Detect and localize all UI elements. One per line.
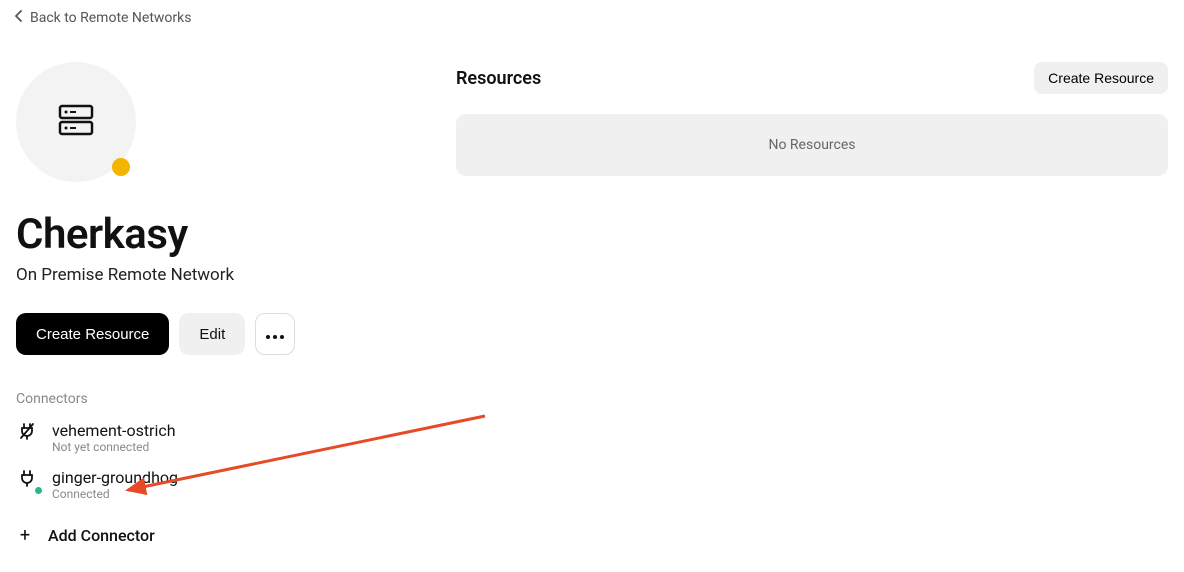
connector-status: Not yet connected [52,440,176,454]
chevron-left-icon [14,10,24,26]
add-connector-button[interactable]: + Add Connector [16,525,416,546]
resources-heading: Resources [456,68,541,89]
network-title: Cherkasy [16,210,416,259]
connectors-heading: Connectors [16,391,416,407]
more-actions-button[interactable] [255,313,295,355]
network-subtitle: On Premise Remote Network [16,265,416,285]
connector-status: Connected [52,487,178,501]
connector-item[interactable]: ginger-groundhog Connected [16,468,416,501]
resources-empty-text: No Resources [768,137,855,153]
status-dot-connected-icon [35,487,42,494]
plug-icon [18,468,36,492]
create-resource-button[interactable]: Create Resource [16,313,169,355]
connector-name: vehement-ostrich [52,421,176,440]
more-horizontal-icon [266,327,284,342]
edit-button[interactable]: Edit [179,313,245,355]
back-link[interactable]: Back to Remote Networks [14,10,192,26]
plug-disconnected-icon [18,421,36,445]
server-icon [54,98,98,146]
add-connector-label: Add Connector [48,526,155,545]
back-link-text: Back to Remote Networks [30,10,192,26]
connector-name: ginger-groundhog [52,468,178,487]
plus-icon: + [16,525,34,546]
create-resource-top-button[interactable]: Create Resource [1034,62,1168,94]
connector-item[interactable]: vehement-ostrich Not yet connected [16,421,416,454]
network-avatar [16,62,136,182]
resources-empty-state: No Resources [456,114,1168,176]
status-indicator-icon [112,158,130,176]
